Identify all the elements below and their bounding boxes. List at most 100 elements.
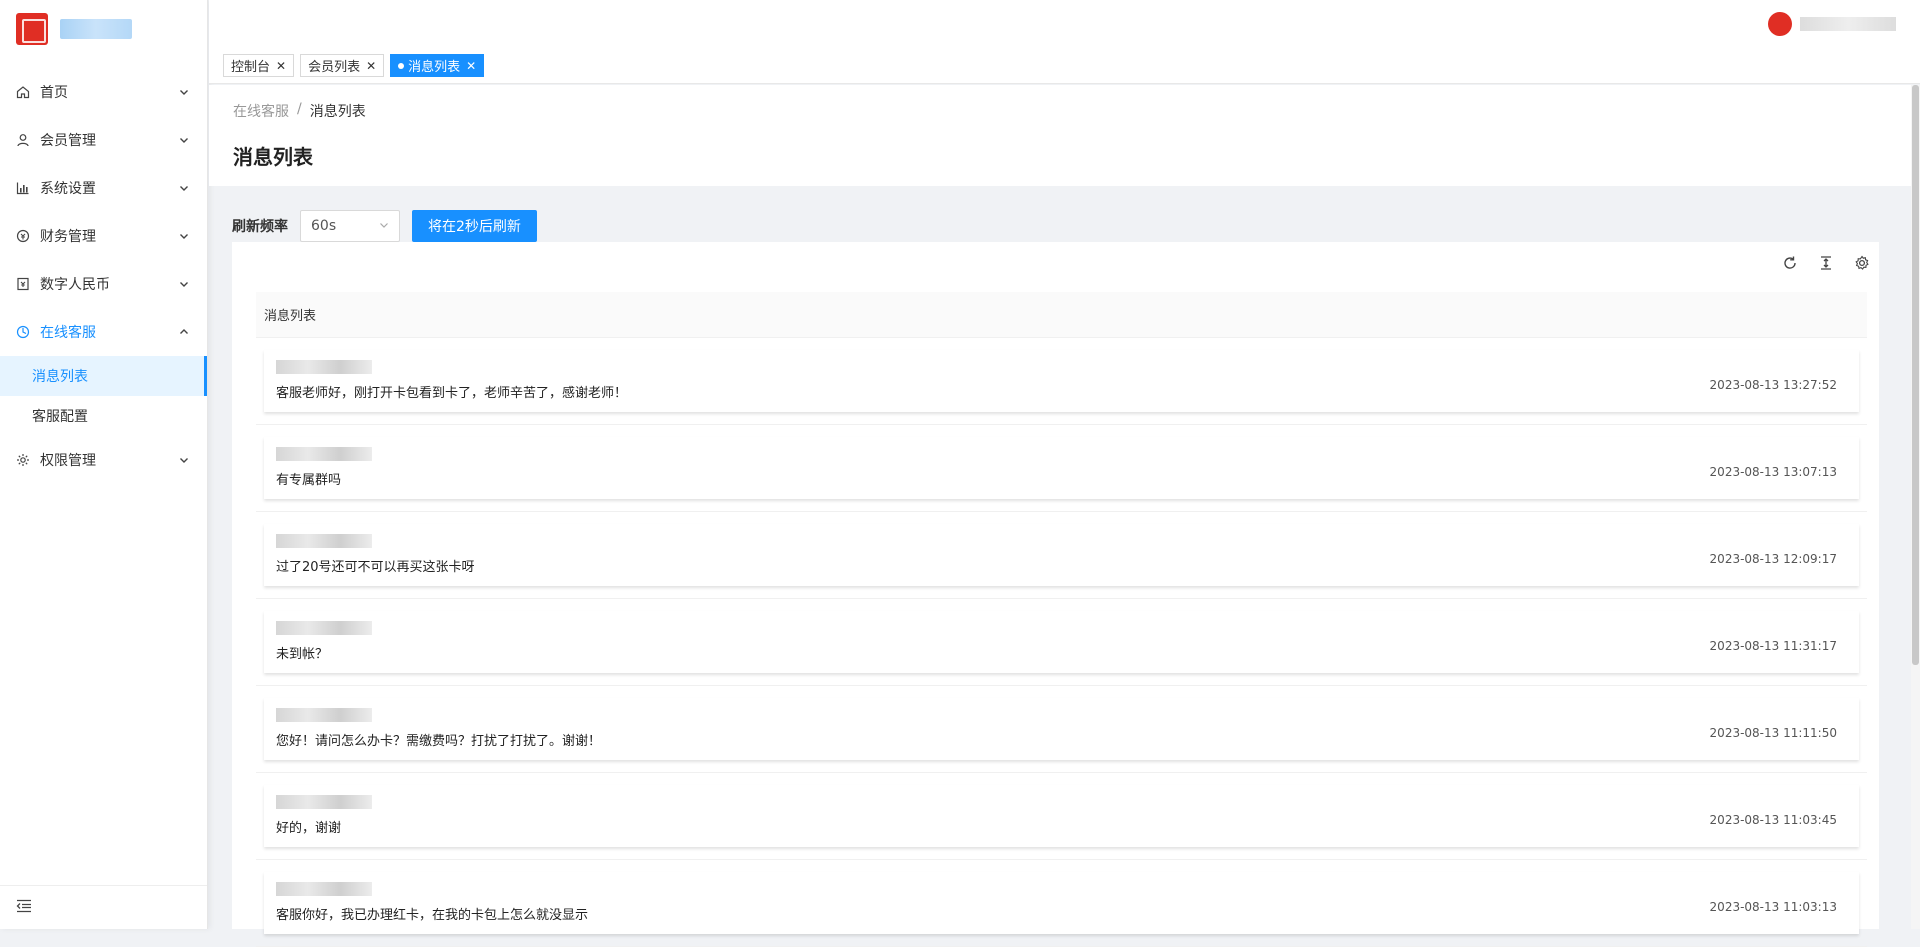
scrollbar[interactable] <box>1911 85 1920 929</box>
tab-bar: 控制台 ✕ 会员列表 ✕ 消息列表 ✕ <box>223 54 485 77</box>
reload-icon[interactable] <box>1781 254 1799 272</box>
sidebar-menu: 首页 会员管理 系统设置 财务管理 数字人民币 在线客服 消息列表 客服配置 权… <box>0 68 207 484</box>
chevron-down-icon <box>177 229 191 243</box>
sender-name-blurred <box>276 795 372 809</box>
logo[interactable] <box>0 0 207 58</box>
sidebar-item-members[interactable]: 会员管理 <box>0 116 207 164</box>
chevron-down-icon <box>379 218 389 234</box>
message-card-item: 有专属群吗 2023-08-13 13:07:13 <box>264 437 1859 499</box>
sidebar-item-label: 权限管理 <box>40 453 96 469</box>
message-text: 有专属群吗 <box>276 473 342 488</box>
chevron-down-icon <box>177 133 191 147</box>
wallet-icon <box>16 277 30 291</box>
sidebar-item-label: 会员管理 <box>40 133 96 149</box>
sender-name-blurred <box>276 882 372 896</box>
tab-member-list[interactable]: 会员列表 ✕ <box>300 54 385 77</box>
list-item[interactable]: 有专属群吗 2023-08-13 13:07:13 <box>256 425 1867 512</box>
list-item[interactable]: 过了20号还可不可以再买这张卡呀 2023-08-13 12:09:17 <box>256 512 1867 599</box>
close-icon[interactable]: ✕ <box>276 59 286 73</box>
chevron-down-icon <box>177 85 191 99</box>
message-text: 未到帐？ <box>276 647 329 662</box>
message-text: 好的，谢谢 <box>276 821 342 836</box>
service-icon <box>16 325 30 339</box>
page-title: 消息列表 <box>233 145 313 169</box>
top-header: 控制台 ✕ 会员列表 ✕ 消息列表 ✕ <box>209 0 1920 84</box>
finance-icon <box>16 229 30 243</box>
breadcrumb-separator: / <box>297 101 302 117</box>
tab-label: 会员列表 <box>308 60 361 75</box>
sidebar-item-finance[interactable]: 财务管理 <box>0 212 207 260</box>
sidebar-item-label: 财务管理 <box>40 229 96 245</box>
close-icon[interactable]: ✕ <box>466 59 476 73</box>
list-item[interactable]: 您好！请问怎么办卡？需缴费吗？打扰了打扰了。谢谢！ 2023-08-13 11:… <box>256 686 1867 773</box>
message-card-item: 未到帐？ 2023-08-13 11:31:17 <box>264 611 1859 673</box>
bar-chart-icon <box>16 181 30 195</box>
page-header: 在线客服 / 消息列表 消息列表 <box>209 85 1911 186</box>
message-card-item: 好的，谢谢 2023-08-13 11:03:45 <box>264 785 1859 847</box>
chevron-down-icon <box>177 181 191 195</box>
message-time: 2023-08-13 13:07:13 <box>1709 465 1837 479</box>
chevron-down-icon <box>177 453 191 467</box>
sidebar-item-online-service[interactable]: 在线客服 <box>0 308 207 356</box>
column-height-icon[interactable] <box>1817 254 1835 272</box>
message-card: 消息列表 客服老师好，刚打开卡包看到卡了，老师辛苦了，感谢老师！ 2023-08… <box>232 242 1879 947</box>
username-blurred <box>1800 17 1896 31</box>
list-item[interactable]: 客服老师好，刚打开卡包看到卡了，老师辛苦了，感谢老师！ 2023-08-13 1… <box>256 338 1867 425</box>
sidebar-item-label: 系统设置 <box>40 181 96 197</box>
collapse-sidebar-button[interactable] <box>0 885 207 929</box>
list-item[interactable]: 客服你好，我已办理红卡，在我的卡包上怎么就没显示 2023-08-13 11:0… <box>256 860 1867 947</box>
gear-icon <box>16 453 30 467</box>
sender-name-blurred <box>276 621 372 635</box>
sidebar-item-digital-rmb[interactable]: 数字人民币 <box>0 260 207 308</box>
message-time: 2023-08-13 11:11:50 <box>1709 726 1837 740</box>
user-menu[interactable] <box>1768 12 1896 36</box>
message-text: 客服你好，我已办理红卡，在我的卡包上怎么就没显示 <box>276 908 589 923</box>
sender-name-blurred <box>276 447 372 461</box>
tab-dashboard[interactable]: 控制台 ✕ <box>223 54 295 77</box>
sidebar-item-label: 首页 <box>40 85 68 101</box>
settings-icon[interactable] <box>1853 254 1871 272</box>
sidebar-item-label: 在线客服 <box>40 325 96 341</box>
sender-name-blurred <box>276 534 372 548</box>
message-text: 客服老师好，刚打开卡包看到卡了，老师辛苦了，感谢老师！ <box>276 386 628 401</box>
refresh-frequency-select[interactable]: 60s <box>300 210 400 242</box>
menu-fold-icon <box>16 899 32 917</box>
refresh-button[interactable]: 将在2秒后刷新 <box>412 210 537 242</box>
sidebar: 首页 会员管理 系统设置 财务管理 数字人民币 在线客服 消息列表 客服配置 权… <box>0 0 208 929</box>
breadcrumb-current: 消息列表 <box>309 104 366 120</box>
list-item[interactable]: 好的，谢谢 2023-08-13 11:03:45 <box>256 773 1867 860</box>
sender-name-blurred <box>276 708 372 722</box>
message-list: 客服老师好，刚打开卡包看到卡了，老师辛苦了，感谢老师！ 2023-08-13 1… <box>256 338 1867 947</box>
sender-name-blurred <box>276 360 372 374</box>
sidebar-item-permissions[interactable]: 权限管理 <box>0 436 207 484</box>
message-time: 2023-08-13 11:31:17 <box>1709 639 1837 653</box>
active-dot-icon <box>398 62 405 69</box>
scrollbar-thumb[interactable] <box>1912 85 1919 665</box>
home-icon <box>16 85 30 99</box>
sidebar-subitem-message-list[interactable]: 消息列表 <box>0 356 207 396</box>
message-text: 您好！请问怎么办卡？需缴费吗？打扰了打扰了。谢谢！ <box>276 734 602 749</box>
sidebar-item-label: 数字人民币 <box>40 277 110 293</box>
message-card-item: 客服老师好，刚打开卡包看到卡了，老师辛苦了，感谢老师！ 2023-08-13 1… <box>264 350 1859 412</box>
user-icon <box>16 133 30 147</box>
avatar <box>1768 12 1792 36</box>
list-item[interactable]: 未到帐？ 2023-08-13 11:31:17 <box>256 599 1867 686</box>
tab-message-list[interactable]: 消息列表 ✕ <box>390 54 485 77</box>
message-time: 2023-08-13 11:03:13 <box>1709 900 1837 914</box>
sidebar-subitem-service-config[interactable]: 客服配置 <box>0 396 207 436</box>
card-tools <box>1781 254 1871 272</box>
list-header: 消息列表 <box>256 292 1867 338</box>
chevron-up-icon <box>177 325 191 339</box>
message-time: 2023-08-13 12:09:17 <box>1709 552 1837 566</box>
message-card-item: 您好！请问怎么办卡？需缴费吗？打扰了打扰了。谢谢！ 2023-08-13 11:… <box>264 698 1859 760</box>
message-time: 2023-08-13 11:03:45 <box>1709 813 1837 827</box>
breadcrumb-parent[interactable]: 在线客服 <box>233 101 289 121</box>
chevron-down-icon <box>177 277 191 291</box>
close-icon[interactable]: ✕ <box>366 59 376 73</box>
sidebar-item-settings[interactable]: 系统设置 <box>0 164 207 212</box>
logo-icon <box>16 13 48 45</box>
app-name-blurred <box>60 19 132 39</box>
message-text: 过了20号还可不可以再买这张卡呀 <box>276 560 475 575</box>
refresh-frequency-label: 刷新频率 <box>232 219 288 235</box>
sidebar-item-home[interactable]: 首页 <box>0 68 207 116</box>
